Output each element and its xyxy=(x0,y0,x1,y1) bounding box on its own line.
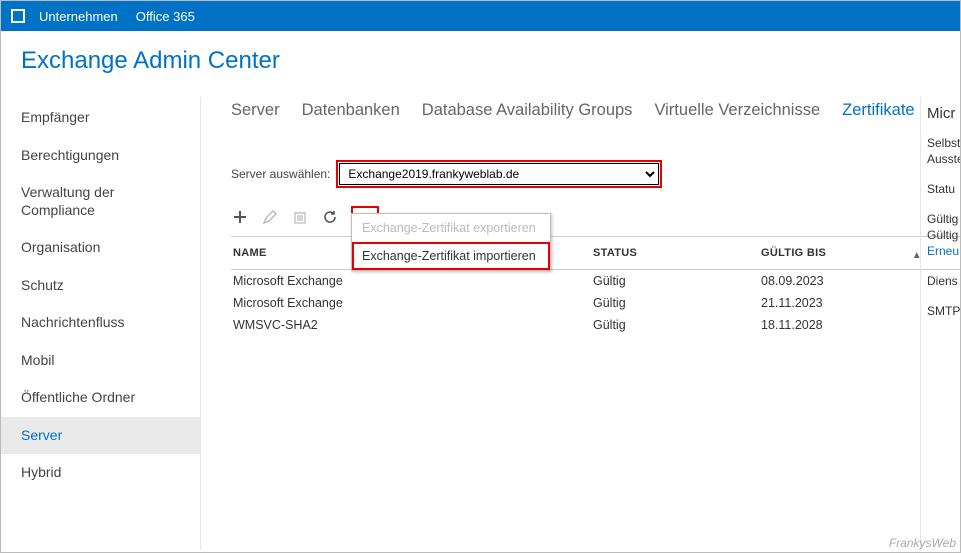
nav-empfaenger[interactable]: Empfänger xyxy=(1,99,200,137)
edit-icon xyxy=(261,208,279,226)
cell-name: Microsoft Exchange xyxy=(231,274,591,288)
watermark: FrankysWeb xyxy=(889,536,956,550)
page-title: Exchange Admin Center xyxy=(1,31,960,97)
nav-server[interactable]: Server xyxy=(1,417,200,455)
office-logo-icon xyxy=(9,7,27,25)
cell-name: Microsoft Exchange xyxy=(231,296,591,310)
tab-server[interactable]: Server xyxy=(231,101,280,120)
nav-berechtigungen[interactable]: Berechtigungen xyxy=(1,137,200,175)
menu-export-cert: Exchange-Zertifikat exportieren xyxy=(352,214,550,242)
table-row[interactable]: WMSVC-SHA2 Gültig 18.11.2028 xyxy=(231,314,960,336)
nav-ordner[interactable]: Öffentliche Ordner xyxy=(1,379,200,417)
add-icon[interactable] xyxy=(231,208,249,226)
details-line: Statu xyxy=(927,182,960,196)
menu-import-cert[interactable]: Exchange-Zertifikat importieren xyxy=(352,242,550,270)
details-line: Ausste xyxy=(927,152,960,166)
main-content: Server Datenbanken Database Availability… xyxy=(201,97,960,550)
server-select[interactable]: Exchange2019.frankyweblab.de xyxy=(339,163,659,185)
server-select-row: Server auswählen: Exchange2019.frankyweb… xyxy=(231,160,960,188)
nav-compliance[interactable]: Verwaltung der Compliance xyxy=(1,174,200,229)
cell-name: WMSVC-SHA2 xyxy=(231,318,591,332)
top-bar: Unternehmen Office 365 xyxy=(1,1,960,31)
nav-organisation[interactable]: Organisation xyxy=(1,229,200,267)
table-header: NAME STATUS GÜLTIG BIS ▲ xyxy=(231,236,960,270)
cell-status: Gültig xyxy=(591,318,759,332)
details-title: Micr xyxy=(927,105,960,122)
cell-status: Gültig xyxy=(591,274,759,288)
tab-virtuelle[interactable]: Virtuelle Verzeichnisse xyxy=(654,101,820,120)
col-header-status[interactable]: STATUS xyxy=(591,247,759,259)
cell-status: Gültig xyxy=(591,296,759,310)
more-menu: Exchange-Zertifikat exportieren Exchange… xyxy=(351,213,551,271)
details-line: SMTP xyxy=(927,304,960,318)
details-line: Diens xyxy=(927,274,960,288)
tab-dag[interactable]: Database Availability Groups xyxy=(422,101,633,120)
left-nav: Empfänger Berechtigungen Verwaltung der … xyxy=(1,97,201,550)
table-row[interactable]: Microsoft Exchange Gültig 08.09.2023 xyxy=(231,270,960,292)
nav-hybrid[interactable]: Hybrid xyxy=(1,454,200,492)
tab-zertifikate[interactable]: Zertifikate xyxy=(842,101,914,120)
topbar-office365[interactable]: Office 365 xyxy=(136,9,195,24)
server-select-label: Server auswählen: xyxy=(231,167,330,181)
delete-icon xyxy=(291,208,309,226)
details-line: Gültig xyxy=(927,228,960,242)
toolbar xyxy=(231,206,960,228)
details-line: Gültig xyxy=(927,212,960,226)
server-select-highlight: Exchange2019.frankyweblab.de xyxy=(336,160,662,188)
nav-nachrichtenfluss[interactable]: Nachrichtenfluss xyxy=(1,304,200,342)
details-panel: Micr Selbst Ausste Statu Gültig Gültig E… xyxy=(920,97,960,550)
details-renew-link[interactable]: Erneu xyxy=(927,244,960,258)
refresh-icon[interactable] xyxy=(321,208,339,226)
topbar-company[interactable]: Unternehmen xyxy=(39,9,118,24)
tab-datenbanken[interactable]: Datenbanken xyxy=(302,101,400,120)
nav-schutz[interactable]: Schutz xyxy=(1,267,200,305)
details-line: Selbst xyxy=(927,136,960,150)
server-tabs: Server Datenbanken Database Availability… xyxy=(231,97,960,120)
nav-mobil[interactable]: Mobil xyxy=(1,342,200,380)
table-row[interactable]: Microsoft Exchange Gültig 21.11.2023 xyxy=(231,292,960,314)
